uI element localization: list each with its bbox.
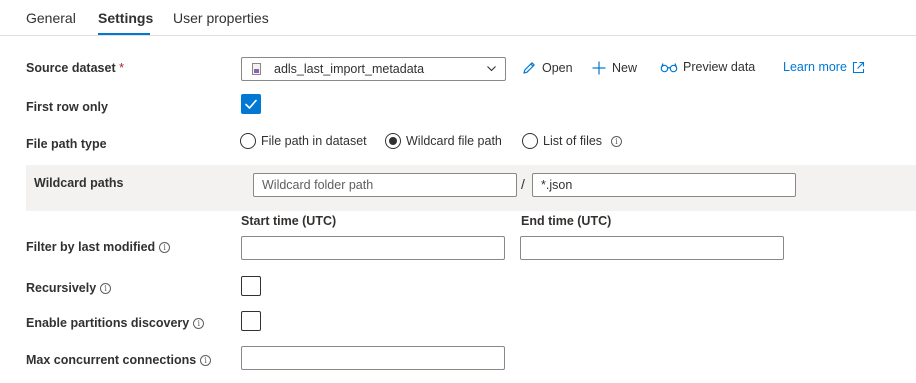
radio-circle xyxy=(240,133,256,149)
filter-last-modified-label-text: Filter by last modified xyxy=(26,240,156,254)
filter-last-modified-label: Filter by last modified i xyxy=(26,240,171,254)
end-time-header: End time (UTC) xyxy=(521,214,612,228)
info-icon[interactable]: i xyxy=(159,242,171,253)
new-button[interactable]: New xyxy=(591,60,637,76)
start-time-header: Start time (UTC) xyxy=(241,214,337,228)
partitions-discovery-label: Enable partitions discovery i xyxy=(26,316,205,330)
info-icon[interactable]: i xyxy=(100,283,112,294)
radio-label: File path in dataset xyxy=(261,134,367,148)
info-icon[interactable]: i xyxy=(193,318,205,329)
learn-more-link[interactable]: Learn more xyxy=(783,60,865,74)
partitions-discovery-checkbox[interactable] xyxy=(241,311,261,331)
path-separator: / xyxy=(521,176,525,192)
first-row-only-label: First row only xyxy=(26,100,108,114)
recursively-label: Recursively i xyxy=(26,281,112,295)
info-icon[interactable]: i xyxy=(611,135,623,147)
pencil-icon xyxy=(523,62,535,74)
first-row-only-checkbox[interactable] xyxy=(241,94,261,114)
wildcard-file-name-input[interactable] xyxy=(532,173,796,197)
max-connections-input[interactable] xyxy=(241,346,505,370)
radio-label: Wildcard file path xyxy=(406,134,502,148)
wildcard-paths-label: Wildcard paths xyxy=(34,176,124,190)
preview-data-button[interactable]: Preview data xyxy=(660,60,755,74)
preview-data-label: Preview data xyxy=(683,60,756,74)
tab-user-properties[interactable]: User properties xyxy=(173,10,269,26)
checkmark-icon xyxy=(245,99,257,109)
plus-icon xyxy=(592,61,606,75)
tab-general[interactable]: General xyxy=(26,10,76,26)
glasses-icon xyxy=(660,63,678,73)
radio-circle-selected xyxy=(385,133,401,149)
tab-settings[interactable]: Settings xyxy=(98,10,153,26)
max-connections-label-text: Max concurrent connections xyxy=(26,353,197,367)
end-time-input[interactable] xyxy=(520,236,784,260)
tab-bar: General Settings User properties xyxy=(0,0,916,36)
radio-wildcard-file-path[interactable]: Wildcard file path xyxy=(385,133,502,149)
new-button-label: New xyxy=(612,61,638,75)
open-button-label: Open xyxy=(542,61,573,75)
chevron-down-icon xyxy=(487,66,496,72)
recursively-checkbox[interactable] xyxy=(241,276,261,296)
max-connections-label: Max concurrent connections i xyxy=(26,353,212,367)
radio-file-path-in-dataset[interactable]: File path in dataset xyxy=(240,133,367,149)
file-path-type-label: File path type xyxy=(26,137,107,151)
source-dataset-label: Source dataset * xyxy=(26,61,124,75)
source-dataset-label-text: Source dataset xyxy=(26,61,116,75)
recursively-label-text: Recursively xyxy=(26,281,97,295)
external-link-icon xyxy=(852,61,864,73)
radio-list-of-files[interactable]: List of files i xyxy=(522,133,623,149)
radio-circle xyxy=(522,133,538,149)
partitions-discovery-label-text: Enable partitions discovery xyxy=(26,316,190,330)
start-time-input[interactable] xyxy=(241,236,505,260)
open-button[interactable]: Open xyxy=(521,60,573,76)
radio-label: List of files xyxy=(543,134,603,148)
active-tab-indicator xyxy=(98,33,150,35)
source-dataset-select[interactable]: adls_last_import_metadata xyxy=(241,57,506,81)
source-dataset-value: adls_last_import_metadata xyxy=(274,62,425,76)
learn-more-label: Learn more xyxy=(783,60,847,74)
required-mark: * xyxy=(119,61,124,75)
dataset-file-icon xyxy=(252,63,261,75)
info-icon[interactable]: i xyxy=(200,355,212,366)
wildcard-folder-path-input[interactable] xyxy=(253,173,517,197)
